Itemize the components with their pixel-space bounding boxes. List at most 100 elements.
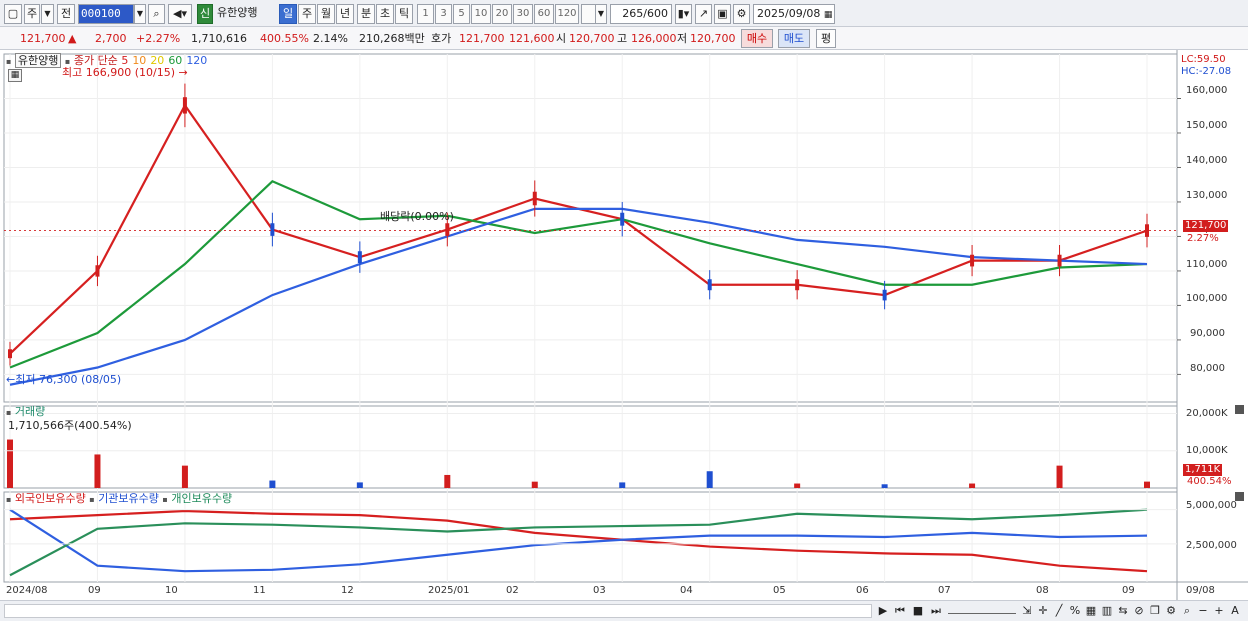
save-icon[interactable]: ▣ bbox=[714, 4, 731, 24]
y-tick: 110,000 bbox=[1186, 259, 1228, 270]
draw-tool-icon[interactable]: ↗ bbox=[695, 4, 712, 24]
interval-dropdown-icon[interactable]: ▼ bbox=[595, 4, 607, 24]
holding-y-tick: 5,000,000 bbox=[1186, 500, 1237, 511]
speaker-icon[interactable]: ◀▾ bbox=[168, 4, 192, 24]
high-label: 고 bbox=[617, 32, 628, 45]
data-table-icon[interactable]: ▦ bbox=[8, 69, 22, 82]
x-tick: 10 bbox=[165, 585, 178, 596]
high-price: 126,000 bbox=[631, 32, 677, 45]
volume-y-tick: 20,000K bbox=[1186, 408, 1228, 419]
date-input[interactable]: 2025/09/08 ▦ bbox=[753, 4, 835, 24]
volume-value: 1,710,616 bbox=[191, 32, 247, 45]
bid-price-1: 121,700 bbox=[459, 32, 505, 45]
chart-toolbar: ▢ 주 ▼ 전 000100 ▼ ⌕ ◀▾ 신 유한양행 일 주 월 년 분 초… bbox=[0, 0, 1248, 27]
legend-individual: 개인보유수량 bbox=[171, 492, 233, 505]
x-tick: 03 bbox=[593, 585, 606, 596]
candle-body bbox=[795, 279, 800, 291]
compare-icon[interactable]: ⇆ bbox=[1116, 603, 1130, 619]
holding-legend: ▪ 외국인보유수량 ▪ 기관보유수량 ▪ 개인보유수량 bbox=[6, 492, 232, 506]
interval-120[interactable]: 120 bbox=[555, 4, 579, 24]
zoom-search-icon[interactable]: ⌕ bbox=[1180, 603, 1194, 619]
window-icon[interactable]: ▢ bbox=[4, 4, 22, 24]
config-icon[interactable]: ⚙ bbox=[1164, 603, 1178, 619]
period-tab-week[interactable]: 주 bbox=[298, 4, 316, 24]
copy-icon[interactable]: ❐ bbox=[1148, 603, 1162, 619]
ma-legend-marker-icon: ▪ bbox=[64, 57, 71, 66]
open-price: 120,700 bbox=[569, 32, 615, 45]
interval-20[interactable]: 20 bbox=[492, 4, 512, 24]
panel-menu-icon[interactable]: ▪ bbox=[6, 57, 11, 66]
turnover-pct: 2.14% bbox=[313, 32, 348, 45]
first-page-icon[interactable]: ⏮ bbox=[892, 603, 908, 619]
grid-icon[interactable]: ▦ bbox=[1084, 603, 1098, 619]
buy-button[interactable]: 매수 bbox=[741, 29, 773, 48]
stock-name-label: 유한양행 bbox=[217, 6, 258, 19]
x-tick: 2025/01 bbox=[428, 585, 470, 596]
zoom-in-icon[interactable]: + bbox=[1212, 603, 1226, 619]
scroll-right-icon[interactable]: ▶ bbox=[876, 603, 890, 619]
period-tab-month[interactable]: 월 bbox=[317, 4, 335, 24]
line-tool-icon[interactable]: ╱ bbox=[1052, 603, 1066, 619]
prev-button[interactable]: 전 bbox=[57, 4, 75, 24]
volume-panel-close-icon[interactable] bbox=[1235, 405, 1244, 414]
interval-10[interactable]: 10 bbox=[471, 4, 491, 24]
volume-bar bbox=[619, 482, 626, 488]
high-note-text: 최고 166,900 (10/15) bbox=[62, 66, 176, 79]
market-select[interactable]: 주 bbox=[24, 4, 40, 24]
chart-canvas[interactable] bbox=[0, 50, 1248, 600]
volume-bar bbox=[7, 439, 13, 488]
period-tab-second[interactable]: 초 bbox=[376, 4, 394, 24]
x-tick: 02 bbox=[506, 585, 519, 596]
zoom-slider[interactable] bbox=[948, 604, 1016, 614]
right-arrow-icon: → bbox=[178, 66, 188, 79]
interval-30[interactable]: 30 bbox=[513, 4, 533, 24]
interval-60[interactable]: 60 bbox=[534, 4, 554, 24]
period-tab-year[interactable]: 년 bbox=[336, 4, 354, 24]
count-input[interactable]: 265/600 bbox=[610, 4, 672, 24]
volume-menu-icon[interactable]: ▪ bbox=[6, 408, 11, 417]
candle-body bbox=[357, 251, 362, 264]
stock-code-input[interactable]: 000100 bbox=[78, 4, 134, 24]
stop-icon[interactable]: ■ bbox=[910, 603, 926, 619]
auto-scale-icon[interactable]: A bbox=[1228, 603, 1242, 619]
volume-ratio: 400.55% bbox=[260, 32, 309, 45]
code-dropdown-icon[interactable]: ▼ bbox=[134, 4, 146, 24]
volume-bar bbox=[531, 481, 538, 488]
chart-type-icon[interactable]: ▥ bbox=[1100, 603, 1114, 619]
x-tick-last-date: 09/08 bbox=[1186, 585, 1215, 596]
percent-icon[interactable]: % bbox=[1068, 603, 1082, 619]
price-change-pct: +2.27% bbox=[136, 32, 181, 45]
y-tick: 150,000 bbox=[1186, 120, 1228, 131]
x-tick: 12 bbox=[341, 585, 354, 596]
zoom-out-icon[interactable]: − bbox=[1196, 603, 1210, 619]
settings-gear-icon[interactable]: ⚙ bbox=[733, 4, 750, 24]
period-tab-tick[interactable]: 틱 bbox=[395, 4, 413, 24]
calendar-icon[interactable]: ▦ bbox=[824, 10, 833, 20]
bid-price-2: 121,600 bbox=[509, 32, 555, 45]
last-page-icon[interactable]: ⏭ bbox=[928, 603, 944, 619]
date-value: 2025/09/08 bbox=[757, 7, 821, 20]
sell-button[interactable]: 매도 bbox=[778, 29, 810, 48]
interval-5[interactable]: 5 bbox=[453, 4, 470, 24]
market-dropdown-icon[interactable]: ▼ bbox=[41, 4, 54, 24]
low-label: 저 bbox=[677, 32, 688, 45]
interval-1[interactable]: 1 bbox=[417, 4, 434, 24]
holding-panel-close-icon[interactable] bbox=[1235, 492, 1244, 501]
high-annotation: 최고 166,900 (10/15) → bbox=[62, 66, 188, 79]
period-tab-day[interactable]: 일 bbox=[279, 4, 297, 24]
search-icon[interactable]: ⌕ bbox=[148, 4, 165, 24]
volume-bar bbox=[269, 480, 276, 488]
avg-button[interactable]: 평 bbox=[816, 29, 836, 48]
candle-type-icon[interactable]: ▮▾ bbox=[675, 4, 692, 24]
tool-icon[interactable]: ⇲ bbox=[1020, 603, 1034, 619]
crosshair-icon[interactable]: ✛ bbox=[1036, 603, 1050, 619]
candle-body bbox=[707, 279, 712, 291]
candle-body bbox=[8, 349, 12, 359]
candle-body bbox=[882, 289, 887, 301]
x-tick: 07 bbox=[938, 585, 951, 596]
link-icon[interactable]: ⊘ bbox=[1132, 603, 1146, 619]
interval-3[interactable]: 3 bbox=[435, 4, 452, 24]
chart-area[interactable]: ▪ 유한양행 ▪ 종가 단순 5 10 20 60 120 ▦ 최고 166,900 (… bbox=[0, 50, 1248, 600]
chart-scrollbar[interactable] bbox=[4, 604, 872, 618]
period-tab-minute[interactable]: 분 bbox=[357, 4, 375, 24]
